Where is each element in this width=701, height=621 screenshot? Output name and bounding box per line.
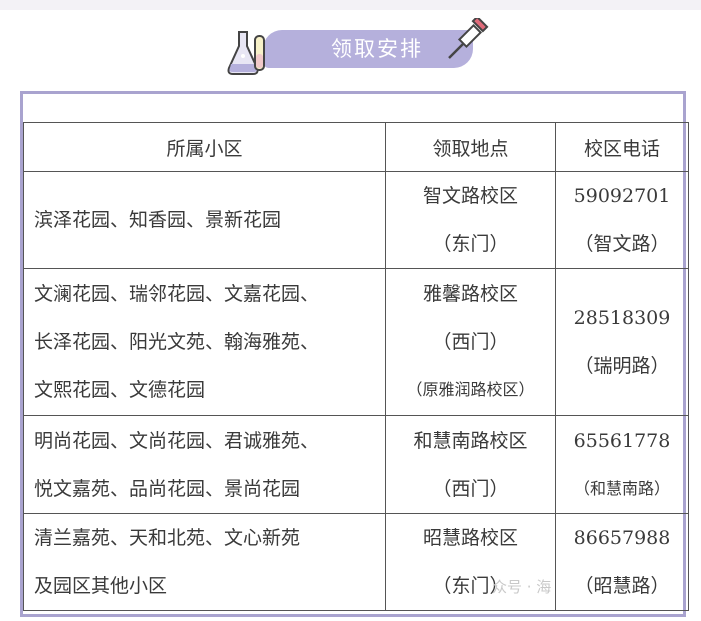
location-line: （西门） xyxy=(432,477,509,500)
area-cell: 滨泽花园、知香园、景新花园 xyxy=(23,171,386,269)
phone-cell: 86657988 （昭慧路） xyxy=(555,513,689,611)
table-row: 文澜花园、瑞邻花园、文嘉花园、 长泽花园、阳光文苑、翰海雅苑、 文熙花园、文德花… xyxy=(23,268,689,416)
section-header: 领取安排 xyxy=(225,18,495,78)
location-line: （西门） xyxy=(432,331,509,353)
watermark: 众号 · 海 xyxy=(492,578,552,596)
location-line: 昭慧路校区 xyxy=(422,527,518,549)
area-line: 滨泽花园、知香园、景新花园 xyxy=(34,209,282,231)
phone-number: 59092701 xyxy=(573,185,671,207)
phone-cell: 65561778 （和慧南路） xyxy=(555,415,689,514)
phone-campus-note: （瑞明路） xyxy=(574,355,670,377)
location-line: 和慧南路校区 xyxy=(413,429,528,452)
area-cell: 文澜花园、瑞邻花园、文嘉花园、 长泽花园、阳光文苑、翰海雅苑、 文熙花园、文德花… xyxy=(23,268,386,416)
phone-number: 86657988 xyxy=(573,527,671,549)
location-line: （东门） xyxy=(432,233,509,255)
table-row: 清兰嘉苑、天和北苑、文心新苑 及园区其他小区 昭慧路校区 （东门） 866579… xyxy=(23,513,689,611)
column-header-phone: 校区电话 xyxy=(555,122,689,172)
area-line: 悦文嘉苑、品尚花园、景尚花园 xyxy=(34,477,301,500)
column-header-area: 所属小区 xyxy=(23,122,386,172)
phone-number: 28518309 xyxy=(573,307,671,329)
section-title: 领取安排 xyxy=(331,37,423,61)
area-line: 文澜花园、瑞邻花园、文嘉花园、 xyxy=(34,283,320,305)
location-cell: 雅馨路校区 （西门） （原雅润路校区） xyxy=(385,268,556,416)
phone-cell: 28518309 （瑞明路） xyxy=(555,268,689,416)
area-line: 及园区其他小区 xyxy=(34,575,168,597)
phone-campus-note: （智文路） xyxy=(574,233,670,255)
phone-campus-note: （和慧南路） xyxy=(573,478,670,498)
location-cell: 智文路校区 （东门） xyxy=(385,171,556,269)
pushpin-icon xyxy=(448,18,489,59)
area-line: 文熙花园、文德花园 xyxy=(34,379,206,401)
table-row: 滨泽花园、知香园、景新花园 智文路校区 （东门） 59092701 （智文路） xyxy=(23,171,689,269)
area-cell: 清兰嘉苑、天和北苑、文心新苑 及园区其他小区 xyxy=(23,513,386,611)
phone-cell: 59092701 （智文路） xyxy=(555,171,689,269)
area-cell: 明尚花园、文尚花园、君诚雅苑、 悦文嘉苑、品尚花园、景尚花园 xyxy=(23,415,386,514)
location-cell: 和慧南路校区 （西门） xyxy=(385,415,556,514)
phone-number: 65561778 xyxy=(573,429,671,452)
pickup-schedule-table: 所属小区 领取地点 校区电话 滨泽花园、知香园、景新花园 智文路校区 （东门） … xyxy=(23,122,689,611)
location-line: 雅馨路校区 xyxy=(422,283,518,305)
flask-icon xyxy=(227,31,265,75)
area-line: 长泽花园、阳光文苑、翰海雅苑、 xyxy=(34,331,320,353)
area-line: 明尚花园、文尚花园、君诚雅苑、 xyxy=(34,429,320,452)
top-band xyxy=(0,0,701,10)
table-row: 明尚花园、文尚花园、君诚雅苑、 悦文嘉苑、品尚花园、景尚花园 和慧南路校区 （西… xyxy=(23,415,689,514)
area-line: 清兰嘉苑、天和北苑、文心新苑 xyxy=(34,527,301,549)
column-header-location: 领取地点 xyxy=(385,122,556,172)
table-header-row: 所属小区 领取地点 校区电话 xyxy=(23,122,689,172)
phone-campus-note: （昭慧路） xyxy=(574,575,670,597)
location-line: 智文路校区 xyxy=(422,185,518,207)
location-line: （原雅润路校区） xyxy=(406,380,535,399)
